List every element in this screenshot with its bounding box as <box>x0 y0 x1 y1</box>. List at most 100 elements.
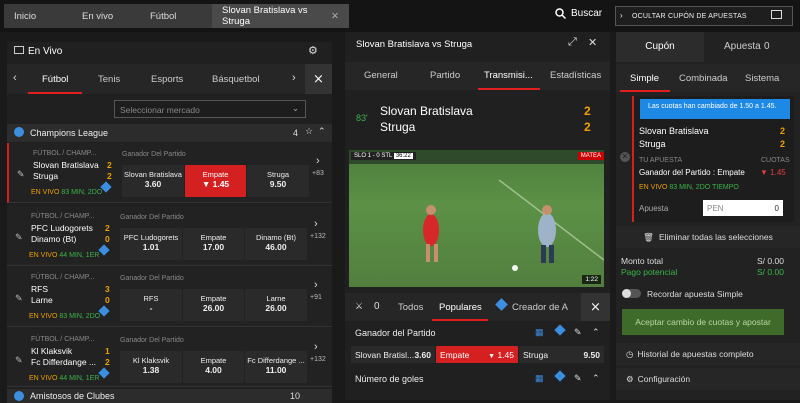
chevron-up-icon[interactable]: ⌃ <box>592 373 600 384</box>
odd-button-away[interactable]: Larne 26.00 <box>245 289 307 321</box>
breadcrumb-inicio[interactable]: Inicio <box>4 4 72 28</box>
pin-icon[interactable]: ✎ <box>574 373 582 384</box>
stats-icon: ▦ <box>535 373 544 383</box>
tab-todos[interactable]: Todos <box>398 302 423 313</box>
search-button[interactable]: Buscar <box>555 8 602 19</box>
stake-input[interactable]: PEN 0 <box>703 200 783 216</box>
chevron-right-icon[interactable]: › <box>292 72 296 84</box>
odd-button-home[interactable]: PFC Ludogorets 1.01 <box>120 228 182 260</box>
close-icon[interactable]: ✕ <box>588 36 597 49</box>
odd-button-draw[interactable]: Empate 17.00 <box>183 228 244 260</box>
tab-basquetbol[interactable]: Básquetbol <box>212 74 260 85</box>
odd-home-value: 1.01 <box>142 242 160 252</box>
more-markets-count[interactable]: +91 <box>310 294 322 301</box>
tab-active-indicator <box>478 88 540 90</box>
tab-estadisticas[interactable]: Estadísticas <box>550 70 601 81</box>
odd-button-home[interactable]: Slovan Bratislava 3.60 <box>122 165 184 197</box>
odd-draw-name: Empate <box>200 294 227 303</box>
odds-down-icon: ▼ <box>488 352 496 360</box>
tab-futbol[interactable]: Fútbol <box>42 74 68 85</box>
odd-button-draw[interactable]: Empate 26.00 <box>183 289 244 321</box>
chevron-up-icon[interactable]: ⌃ <box>318 126 326 137</box>
odd-home-value: 3.60 <box>144 179 162 189</box>
odd-draw-value: 4.00 <box>205 365 222 375</box>
match-row[interactable]: ✎ FÚTBOL / CHAMP... PFC Ludogorets Dinam… <box>7 206 332 266</box>
chevron-right-icon[interactable]: › <box>314 279 318 291</box>
gear-icon[interactable]: ⚙ <box>308 44 318 57</box>
odd-button-away[interactable]: Struga 9.50 <box>247 165 309 197</box>
clear-selections-button[interactable]: 🗑 Eliminar todas las selecciones <box>616 226 800 248</box>
stats-icon: ▦ <box>535 327 544 337</box>
tab-bet[interactable]: Apuesta <box>724 41 761 52</box>
more-markets-count[interactable]: +132 <box>310 233 326 240</box>
chevron-right-icon[interactable]: › <box>314 218 318 230</box>
odd-button-away[interactable]: Dinamo (Bt) 46.00 <box>245 228 307 260</box>
tab-active-indicator <box>620 90 670 92</box>
chevron-up-icon[interactable]: ⌃ <box>592 327 600 338</box>
tab-transmision[interactable]: Transmisi... <box>484 70 534 81</box>
odd-button-away[interactable]: Fc Differdange ... 11.00 <box>245 351 307 383</box>
hide-betslip-label: OCULTAR CUPÓN DE APUESTAS <box>632 12 747 20</box>
pin-icon[interactable]: ✎ <box>574 327 582 338</box>
tab-coupon[interactable]: Cupón <box>616 32 704 62</box>
bet-history-link[interactable]: ◷ Historial de apuestas completo <box>616 343 800 365</box>
remember-toggle[interactable] <box>622 289 641 298</box>
settings-link[interactable]: ⚙ Configuración <box>616 368 800 390</box>
chevron-left-icon[interactable]: ‹ <box>13 72 17 84</box>
bet-count: 0 <box>764 41 770 52</box>
video-player[interactable]: SLO 1 - 0 STL 36:22 MATEA 1:22 <box>349 150 604 287</box>
stake-value: 0 <box>774 203 779 213</box>
odd-button-draw[interactable]: Empate ▼ 1.45 <box>185 165 246 197</box>
pin-icon[interactable]: ✎ <box>15 355 23 366</box>
odd-button-away[interactable]: Struga 9.50 <box>519 346 604 363</box>
breadcrumb-futbol[interactable]: Fútbol <box>140 4 212 28</box>
match-team2: Larne <box>31 295 53 305</box>
match-row[interactable]: ✎ FÚTBOL / CHAMP... Slovan Bratislava St… <box>7 143 332 203</box>
odd-button-home[interactable]: RFS - <box>120 289 182 321</box>
odd-button-home[interactable]: Slovan Bratisl... 3.60 <box>351 346 435 363</box>
accept-bet-button[interactable]: Aceptar cambio de cuotas y apostar <box>622 309 784 335</box>
match-time: 83 MIN, 2DO <box>61 189 103 196</box>
match-status: EN VIVO <box>29 313 58 320</box>
more-markets-count[interactable]: +132 <box>310 356 326 363</box>
star-icon[interactable]: ☆ <box>305 126 313 137</box>
match-row[interactable]: ✎ FÚTBOL / CHAMP... Kl Klaksvik Fc Diffe… <box>7 329 332 387</box>
odd-button-home[interactable]: Kl Klaksvik 1.38 <box>120 351 182 383</box>
tab-general[interactable]: General <box>364 70 398 81</box>
match-row[interactable]: ✎ FÚTBOL / CHAMP... RFS Larne 3 0 EN VIV… <box>7 267 332 327</box>
remove-bet-icon[interactable]: ✕ <box>620 152 630 162</box>
slip-odds: ▼ 1.45 <box>760 168 786 177</box>
slip-live-status: EN VIVO 83 MIN, 2DO TIEMPO <box>639 184 739 191</box>
tab-populares[interactable]: Populares <box>439 302 482 313</box>
tab-simple[interactable]: Simple <box>630 73 659 84</box>
tab-partido[interactable]: Partido <box>430 70 460 81</box>
odd-home-name: Kl Klaksvik <box>132 356 170 365</box>
tab-combinada[interactable]: Combinada <box>679 73 728 84</box>
odd-away-value: 11.00 <box>265 365 287 375</box>
chevron-right-icon[interactable]: › <box>316 155 320 167</box>
odd-home-name: Slovan Bratisl... <box>355 349 415 360</box>
pin-icon[interactable]: ✎ <box>15 293 23 304</box>
more-markets-count[interactable]: +83 <box>312 170 324 177</box>
expand-icon[interactable]: ⤢ <box>568 36 577 49</box>
tab-tenis[interactable]: Tenis <box>98 74 120 85</box>
tab-esports[interactable]: Esports <box>151 74 183 85</box>
collapse-button[interactable]: ⨯ <box>305 64 332 94</box>
match-status: EN VIVO <box>31 189 60 196</box>
hide-betslip-button[interactable]: › OCULTAR CUPÓN DE APUESTAS <box>615 6 793 26</box>
odd-draw-value: 1.45 <box>497 349 514 360</box>
collapse-button[interactable]: ⨯ <box>581 293 610 321</box>
market-select[interactable]: Seleccionar mercado ⌄ <box>114 100 306 118</box>
tab-sistema[interactable]: Sistema <box>745 73 779 84</box>
chevron-right-icon[interactable]: › <box>314 341 318 353</box>
breadcrumb-match[interactable]: Slovan Bratislava vs Struga ✕ <box>212 4 349 28</box>
breadcrumb-en-vivo[interactable]: En vivo <box>72 4 140 28</box>
pin-icon[interactable]: ✎ <box>15 232 23 243</box>
tab-creador[interactable]: Creador de A <box>512 302 576 313</box>
pin-icon[interactable]: ✎ <box>17 169 25 180</box>
odd-button-draw[interactable]: Empate 4.00 <box>183 351 244 383</box>
video-clock: 36:22 <box>393 153 413 159</box>
close-icon[interactable]: ✕ <box>331 11 339 22</box>
video-corner-label: MATEA <box>577 152 604 160</box>
odd-button-draw[interactable]: Empate ▼ 1.45 <box>436 346 518 363</box>
